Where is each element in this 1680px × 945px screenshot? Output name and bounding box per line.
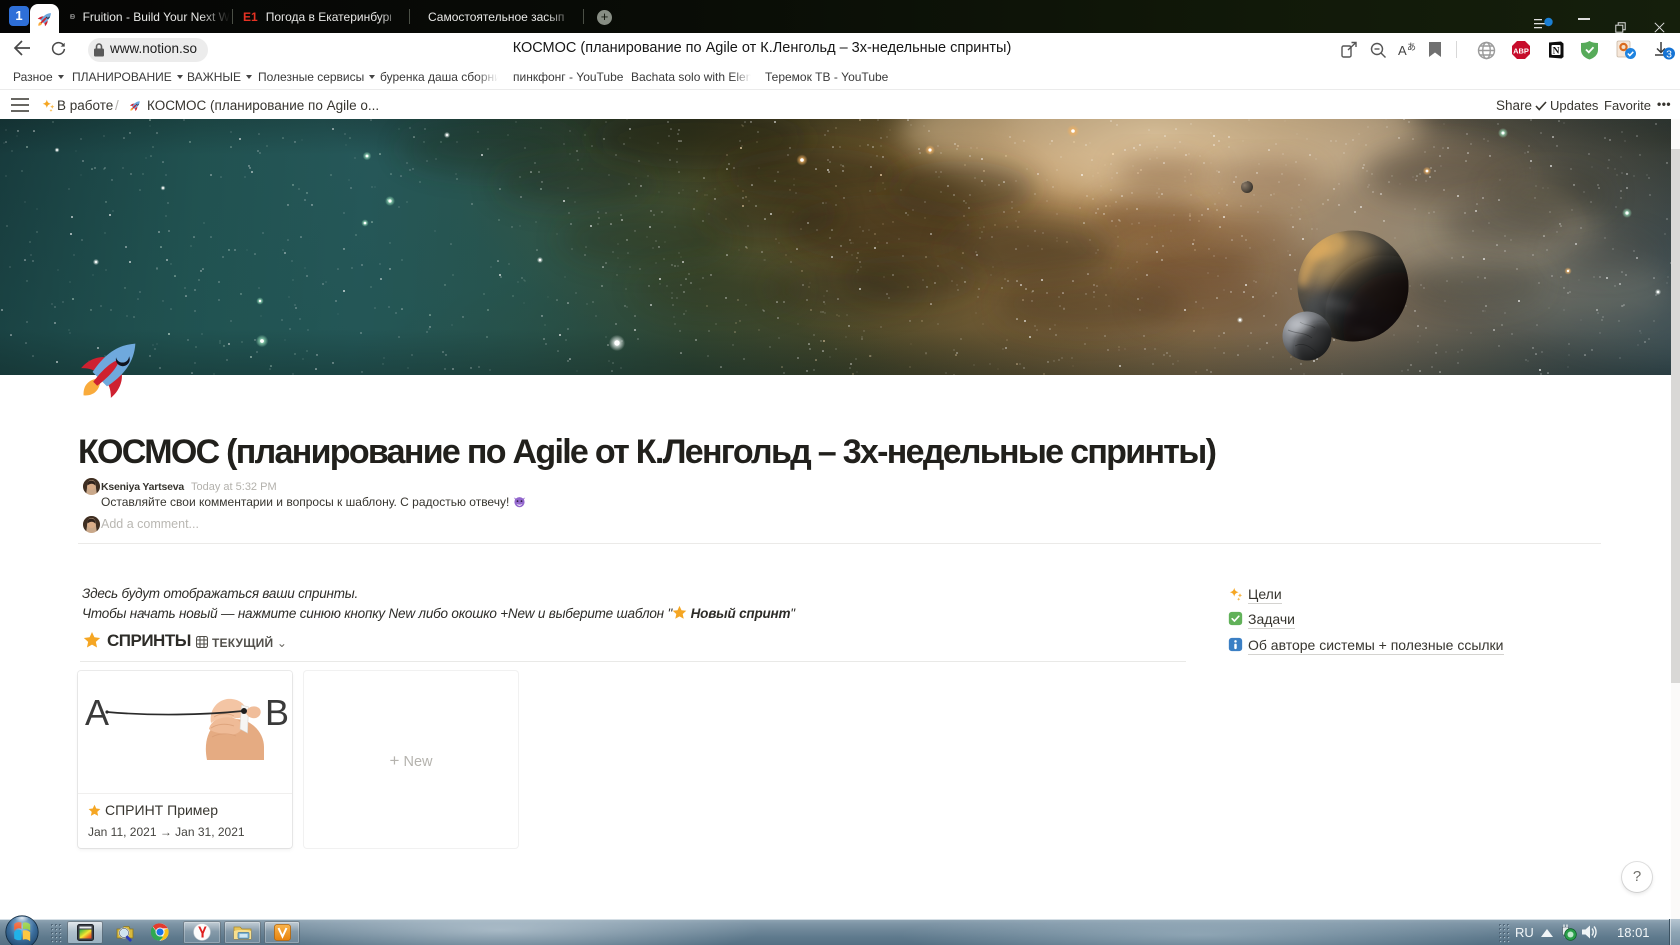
svg-text:A: A xyxy=(1398,43,1407,58)
svg-text:N: N xyxy=(1553,46,1560,56)
svg-text:B: B xyxy=(265,692,289,733)
svg-text:3: 3 xyxy=(1666,49,1672,61)
svg-text:あ: あ xyxy=(1407,42,1416,52)
svg-text:A: A xyxy=(85,692,109,733)
svg-text:ABP: ABP xyxy=(1513,47,1529,56)
